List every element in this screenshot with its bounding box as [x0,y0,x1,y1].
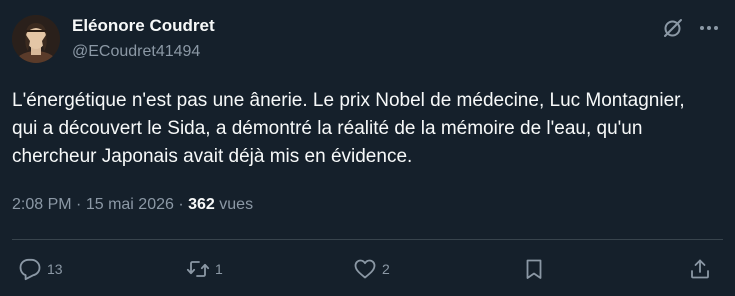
views-label: vues [219,196,254,213]
divider [12,239,723,240]
like-count: 2 [382,261,390,277]
more-icon[interactable] [697,16,721,40]
views-count: 362 [188,196,215,213]
bookmark-icon [522,257,546,281]
like-button[interactable]: 2 [353,257,390,281]
author-display-name[interactable]: Eléonore Coudret [72,15,215,37]
tweet-date[interactable]: 15 mai 2026 [86,196,174,213]
meta-separator: · [178,196,184,213]
tweet-card: Eléonore Coudret @ECoudret41494 L'énergé… [0,0,735,296]
retweet-button[interactable]: 1 [186,257,223,281]
reply-count: 13 [47,261,63,277]
share-icon [688,257,712,281]
meta-separator: · [76,196,82,213]
grok-icon[interactable] [661,16,685,40]
tweet-meta: 2:08 PM · 15 mai 2026 · 362 vues [12,195,253,215]
author-handle[interactable]: @ECoudret41494 [72,42,200,62]
heart-icon [353,257,377,281]
avatar[interactable] [12,15,60,63]
share-button[interactable] [688,257,712,281]
retweet-count: 1 [215,261,223,277]
reply-button[interactable]: 13 [18,257,63,281]
tweet-time[interactable]: 2:08 PM [12,196,72,213]
bookmark-button[interactable] [522,257,546,281]
reply-icon [18,257,42,281]
tweet-text: L'énergétique n'est pas une ânerie. Le p… [12,90,685,167]
retweet-icon [186,257,210,281]
